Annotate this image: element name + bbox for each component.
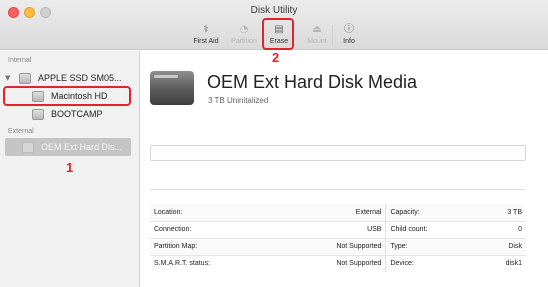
mount-label: Mount	[307, 38, 327, 45]
disk-icon	[19, 72, 31, 84]
sidebar-item-label: APPLE SSD SM05...	[38, 73, 122, 83]
partition-label: Partition	[231, 38, 257, 45]
info-label: Info	[343, 38, 355, 45]
main-panel: OEM Ext Hard Disk Media 3 TB Uninitalize…	[141, 51, 548, 287]
disclosure-triangle-icon[interactable]: ▼	[5, 74, 15, 82]
sidebar-section-external: External	[8, 128, 34, 135]
disk-info-table: Location: External Capacity: 3 TB Connec…	[150, 204, 526, 272]
info-button[interactable]: ⓘ Info	[336, 21, 362, 49]
info-label: Device:	[385, 254, 478, 272]
info-value: Not Supported	[278, 237, 387, 255]
divider	[150, 189, 526, 190]
info-label: Child count:	[385, 220, 478, 238]
sidebar-item-bootcamp[interactable]: BOOTCAMP	[32, 106, 103, 122]
info-label: Capacity:	[385, 204, 478, 221]
mount-button[interactable]: ⏏ Mount	[300, 21, 334, 49]
info-icon: ⓘ	[344, 24, 354, 35]
info-value: USB	[278, 220, 387, 238]
info-value: 0	[477, 220, 526, 238]
erase-highlight-box	[262, 18, 294, 50]
first-aid-label: First Aid	[193, 38, 219, 45]
info-label: Location:	[150, 204, 279, 221]
sidebar-item-label: OEM Ext Hard Dis...	[41, 142, 123, 152]
sidebar-item-oem-ext-hard-disk[interactable]: OEM Ext Hard Dis...	[5, 138, 131, 156]
table-row: S.M.A.R.T. status: Not Supported Device:…	[150, 254, 526, 272]
info-label: S.M.A.R.T. status:	[150, 254, 279, 272]
table-row: Location: External Capacity: 3 TB	[150, 204, 526, 221]
external-disk-icon	[22, 141, 34, 153]
disk-subtitle: 3 TB Uninitalized	[208, 96, 269, 105]
table-row: Connection: USB Child count: 0	[150, 220, 526, 238]
table-row: Partition Map: Not Supported Type: Disk	[150, 237, 526, 255]
sidebar-item-apple-ssd[interactable]: ▼ APPLE SSD SM05...	[5, 70, 122, 86]
info-value: 3 TB	[477, 204, 526, 221]
partition-button[interactable]: ◔ Partition	[226, 21, 262, 49]
info-value: External	[278, 204, 387, 221]
first-aid-button[interactable]: ⚕ First Aid	[188, 21, 224, 49]
step-1-marker: 1	[66, 160, 74, 175]
sidebar-section-internal: Internal	[8, 57, 32, 64]
sidebar-item-label: BOOTCAMP	[51, 109, 103, 119]
pie-icon: ◔	[239, 24, 249, 35]
oem-disk-highlight-box	[3, 86, 131, 106]
toolbar-separator	[332, 25, 333, 45]
info-label: Connection:	[150, 220, 279, 238]
stethoscope-icon: ⚕	[203, 24, 209, 35]
info-label: Type:	[385, 237, 478, 255]
hard-disk-icon	[150, 71, 194, 105]
mount-icon: ⏏	[312, 24, 322, 35]
usage-bar	[150, 145, 526, 161]
info-value: disk1	[477, 254, 526, 272]
info-label: Partition Map:	[150, 237, 279, 255]
disk-title: OEM Ext Hard Disk Media	[207, 72, 418, 92]
window-title: Disk Utility	[250, 5, 298, 16]
step-2-marker: 2	[272, 50, 280, 65]
volume-icon	[32, 108, 44, 120]
info-value: Not Supported	[278, 254, 387, 272]
disk-utility-window: Disk Utility ⚕ First Aid ◔ Partition ▤ E…	[0, 0, 548, 287]
info-value: Disk	[477, 237, 526, 255]
